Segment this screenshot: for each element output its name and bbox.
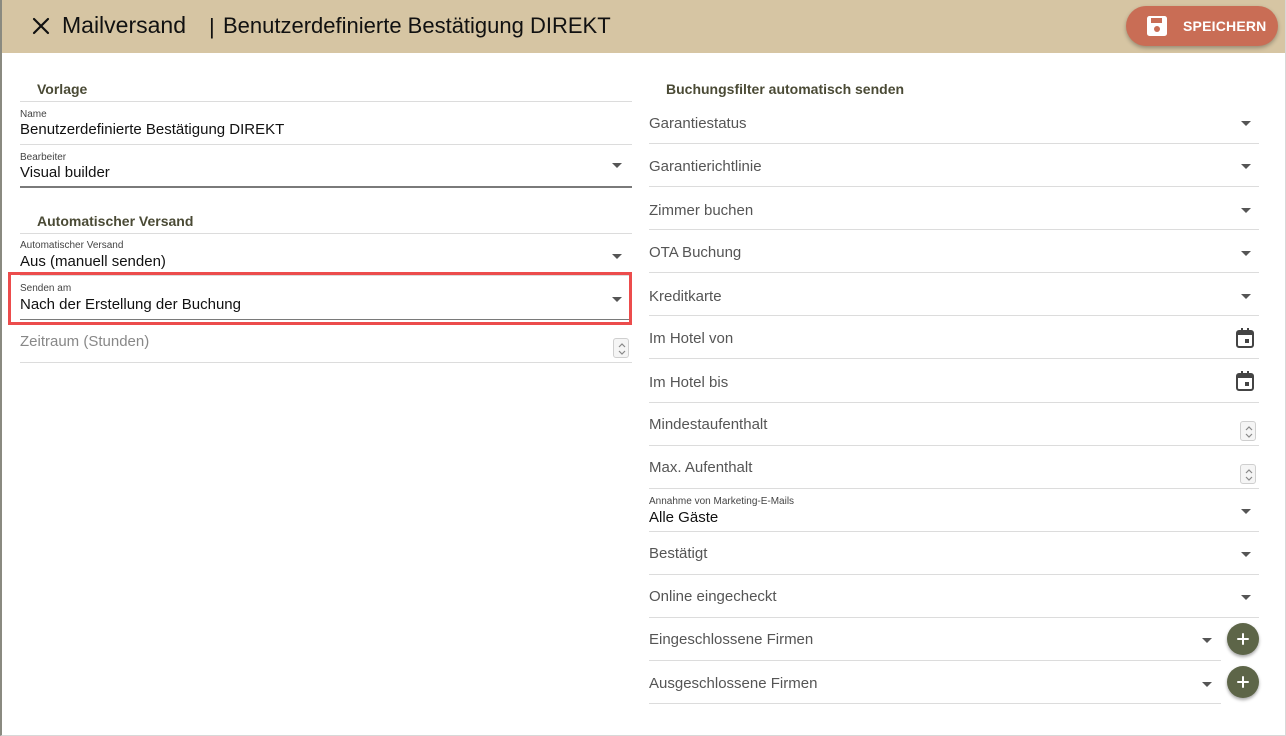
divider: [20, 186, 632, 188]
garantiestatus-label: Garantiestatus: [649, 115, 747, 132]
kreditkarte-label: Kreditkarte: [649, 288, 722, 305]
divider: [20, 233, 632, 234]
divider: [649, 617, 1259, 618]
divider: [649, 358, 1259, 359]
page-subtitle: Benutzerdefinierte Bestätigung DIREKT: [223, 13, 611, 38]
bearbeiter-value: Visual builder: [20, 164, 110, 181]
marketing-emails-select[interactable]: Annahme von Marketing-E-Mails Alle Gäste: [649, 491, 1259, 531]
chevron-down-icon[interactable]: [1241, 509, 1251, 514]
highlight-box: [8, 272, 632, 325]
automatischer-versand-label: Automatischer Versand: [20, 240, 124, 251]
chevron-down-icon[interactable]: [1241, 251, 1251, 256]
name-field[interactable]: Name Benutzerdefinierte Bestätigung DIRE…: [20, 106, 632, 144]
divider: [20, 362, 632, 363]
divider: [649, 186, 1259, 187]
zimmer-buchen-label: Zimmer buchen: [649, 202, 754, 219]
plus-icon: [1237, 676, 1249, 688]
ausgeschlossene-firmen-label: Ausgeschlossene Firmen: [649, 675, 818, 692]
zeitraum-placeholder: Zeitraum (Stunden): [20, 333, 150, 350]
automatischer-versand-select[interactable]: Automatischer Versand Aus (manuell sende…: [20, 236, 632, 274]
divider: [649, 402, 1259, 403]
title-separator: |: [209, 14, 215, 39]
save-button[interactable]: SPEICHERN: [1126, 6, 1278, 46]
divider: [649, 445, 1259, 446]
section-heading-automatischer-versand: Automatischer Versand: [37, 213, 194, 229]
divider: [649, 574, 1259, 575]
chevron-down-icon[interactable]: [612, 163, 622, 168]
divider: [649, 272, 1259, 273]
bestaetigt-select[interactable]: Bestätigt: [649, 534, 1259, 574]
garantiestatus-select[interactable]: Garantiestatus: [649, 103, 1259, 143]
im-hotel-bis-date[interactable]: Im Hotel bis: [649, 361, 1259, 401]
chevron-down-icon[interactable]: [1241, 595, 1251, 600]
im-hotel-von-date[interactable]: Im Hotel von: [649, 318, 1259, 358]
ausgeschlossene-firmen-select[interactable]: Ausgeschlossene Firmen: [649, 663, 1221, 703]
chevron-down-icon[interactable]: [1241, 208, 1251, 213]
garantierichtlinie-label: Garantierichtlinie: [649, 158, 762, 175]
mailversand-dialog: Mailversand | Benutzerdefinierte Bestäti…: [0, 0, 1286, 736]
divider: [649, 703, 1221, 704]
online-eingecheckt-label: Online eingecheckt: [649, 588, 777, 605]
zeitraum-input[interactable]: Zeitraum (Stunden): [20, 326, 632, 362]
chevron-down-icon[interactable]: [1241, 164, 1251, 169]
divider: [649, 488, 1259, 489]
bearbeiter-select[interactable]: Bearbeiter Visual builder: [20, 148, 632, 186]
name-field-label: Name: [20, 109, 47, 120]
zimmer-buchen-select[interactable]: Zimmer buchen: [649, 189, 1259, 229]
divider: [649, 531, 1259, 532]
eingeschlossene-firmen-label: Eingeschlossene Firmen: [649, 631, 814, 648]
im-hotel-bis-label: Im Hotel bis: [649, 374, 729, 391]
section-heading-vorlage: Vorlage: [37, 81, 88, 97]
add-eingeschlossene-firma-button[interactable]: [1227, 623, 1259, 655]
im-hotel-von-label: Im Hotel von: [649, 330, 734, 347]
chevron-down-icon[interactable]: [612, 254, 622, 259]
kreditkarte-select[interactable]: Kreditkarte: [649, 275, 1259, 315]
number-stepper-icon[interactable]: [1240, 421, 1256, 441]
online-eingecheckt-select[interactable]: Online eingecheckt: [649, 577, 1259, 617]
divider: [20, 101, 632, 102]
chevron-down-icon[interactable]: [1241, 121, 1251, 126]
chevron-down-icon[interactable]: [1241, 552, 1251, 557]
floppy-disk-icon: [1146, 15, 1168, 37]
eingeschlossene-firmen-select[interactable]: Eingeschlossene Firmen: [649, 620, 1221, 660]
chevron-down-icon[interactable]: [1202, 682, 1212, 687]
save-button-label: SPEICHERN: [1183, 18, 1267, 34]
add-ausgeschlossene-firma-button[interactable]: [1227, 666, 1259, 698]
mindestaufenthalt-label: Mindestaufenthalt: [649, 416, 768, 433]
divider: [649, 143, 1259, 144]
chevron-down-icon[interactable]: [1241, 294, 1251, 299]
number-stepper-icon[interactable]: [1240, 464, 1256, 484]
max-aufenthalt-input[interactable]: Max. Aufenthalt: [649, 448, 1259, 488]
ota-buchung-select[interactable]: OTA Buchung: [649, 232, 1259, 272]
mindestaufenthalt-input[interactable]: Mindestaufenthalt: [649, 405, 1259, 445]
ota-buchung-label: OTA Buchung: [649, 244, 742, 261]
calendar-icon[interactable]: [1236, 328, 1254, 348]
close-icon[interactable]: [28, 13, 54, 39]
page-title: Mailversand: [62, 12, 186, 38]
marketing-emails-value: Alle Gäste: [649, 509, 719, 526]
divider: [649, 660, 1221, 661]
divider: [649, 315, 1259, 316]
divider: [649, 229, 1259, 230]
automatischer-versand-value: Aus (manuell senden): [20, 253, 166, 270]
marketing-emails-label: Annahme von Marketing-E-Mails: [649, 496, 795, 507]
bearbeiter-label: Bearbeiter: [20, 152, 67, 163]
chevron-down-icon[interactable]: [1202, 638, 1212, 643]
number-stepper-icon[interactable]: [613, 338, 629, 358]
garantierichtlinie-select[interactable]: Garantierichtlinie: [649, 146, 1259, 186]
max-aufenthalt-label: Max. Aufenthalt: [649, 459, 753, 476]
section-heading-buchungsfilter: Buchungsfilter automatisch senden: [666, 81, 905, 97]
bestaetigt-label: Bestätigt: [649, 545, 708, 562]
calendar-icon[interactable]: [1236, 371, 1254, 391]
divider: [20, 144, 632, 145]
name-field-value: Benutzerdefinierte Bestätigung DIREKT: [20, 121, 285, 138]
dialog-header: Mailversand | Benutzerdefinierte Bestäti…: [2, 0, 1285, 53]
plus-icon: [1237, 633, 1249, 645]
